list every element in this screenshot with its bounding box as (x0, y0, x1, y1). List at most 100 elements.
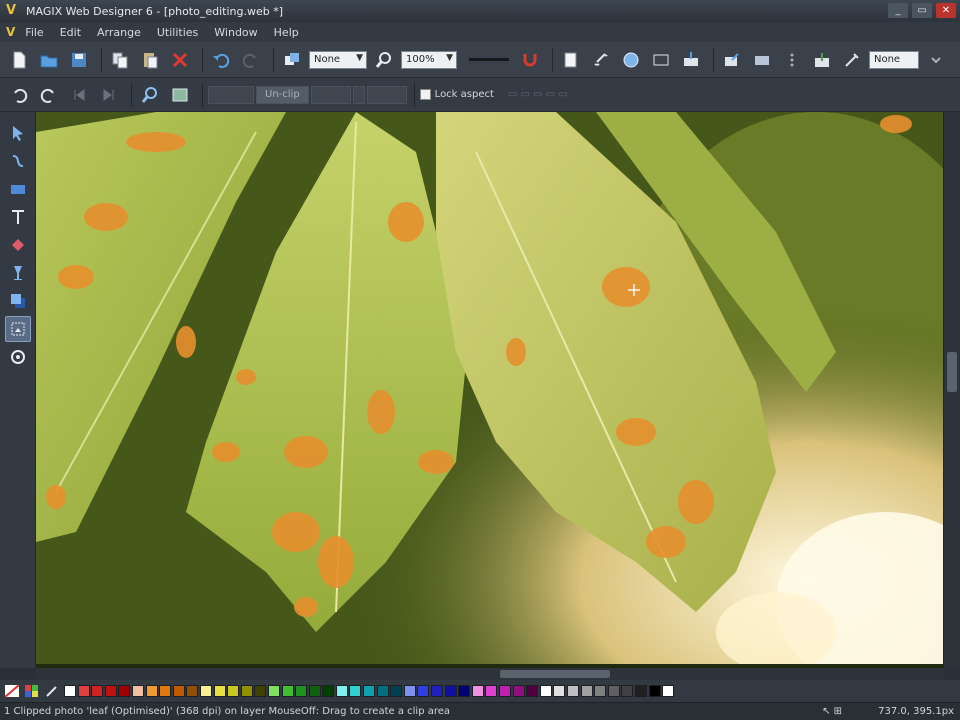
menu-arrange[interactable]: Arrange (97, 26, 141, 39)
color-swatch[interactable] (594, 685, 607, 697)
color-picker-icon[interactable] (24, 684, 40, 698)
color-swatch[interactable] (471, 685, 484, 697)
toolbar-menu-button[interactable] (923, 47, 949, 73)
horizontal-scroll-thumb[interactable] (500, 670, 610, 678)
vertical-scrollbar[interactable] (944, 112, 960, 668)
color-swatch[interactable] (64, 685, 76, 697)
reset-button[interactable] (310, 85, 351, 104)
color-swatch[interactable] (553, 685, 566, 697)
minimize-button[interactable]: _ (888, 3, 908, 18)
clip-button[interactable] (208, 85, 254, 104)
last-button[interactable] (96, 82, 122, 108)
color-swatch[interactable] (648, 685, 661, 697)
copy-button[interactable] (107, 47, 133, 73)
feather-select[interactable]: None ▼ (309, 50, 367, 69)
feather-tool[interactable] (5, 344, 31, 370)
zoom-select[interactable]: 100% ▼ (401, 50, 457, 69)
color-swatch[interactable] (485, 685, 498, 697)
unclip-button[interactable]: Un-clip (256, 85, 309, 104)
color-swatch[interactable] (145, 685, 158, 697)
paste-button[interactable] (137, 47, 163, 73)
menu-help[interactable]: Help (274, 26, 299, 39)
undo-button[interactable] (6, 82, 32, 108)
menu-file[interactable]: File (25, 26, 43, 39)
color-swatch[interactable] (634, 685, 647, 697)
transparency-tool[interactable] (5, 260, 31, 286)
maximize-button[interactable]: ▭ (912, 3, 932, 18)
menu-edit[interactable]: Edit (60, 26, 81, 39)
color-swatch[interactable] (444, 685, 457, 697)
tools-button[interactable] (839, 47, 865, 73)
menu-utilities[interactable]: Utilities (157, 26, 198, 39)
leaf-photo[interactable] (36, 112, 943, 664)
color-swatch[interactable] (335, 685, 348, 697)
color-swatch[interactable] (131, 685, 144, 697)
horizontal-scrollbar[interactable] (36, 668, 944, 680)
color-swatch[interactable] (403, 685, 416, 697)
color-swatch[interactable] (91, 685, 104, 697)
color-swatch[interactable] (539, 685, 552, 697)
preview-button[interactable] (749, 47, 775, 73)
transparency-select[interactable]: None (869, 50, 919, 69)
color-swatch[interactable] (295, 685, 308, 697)
page-properties-button[interactable] (558, 47, 584, 73)
upload-button[interactable] (809, 47, 835, 73)
lock-aspect-checkbox[interactable] (419, 89, 431, 100)
zoom-tool-button[interactable] (371, 47, 397, 73)
rotate-stepper[interactable] (352, 85, 365, 104)
color-swatch[interactable] (159, 685, 172, 697)
save-button[interactable] (66, 47, 92, 73)
color-swatch[interactable] (118, 685, 131, 697)
html-button[interactable] (648, 47, 674, 73)
color-swatch[interactable] (77, 685, 90, 697)
color-swatch[interactable] (349, 685, 362, 697)
color-swatch[interactable] (199, 685, 212, 697)
vertical-scroll-thumb[interactable] (947, 352, 957, 392)
link-button[interactable] (588, 47, 614, 73)
color-swatch[interactable] (227, 685, 240, 697)
web-properties-button[interactable] (618, 47, 644, 73)
color-swatch[interactable] (186, 685, 199, 697)
selector-tool[interactable] (5, 120, 31, 146)
no-color-icon[interactable] (4, 684, 20, 698)
color-swatch[interactable] (458, 685, 471, 697)
crop-button[interactable] (366, 85, 407, 104)
menu-window[interactable]: Window (214, 26, 257, 39)
undo-toolbar-button[interactable] (208, 47, 234, 73)
redo-button[interactable] (36, 82, 62, 108)
color-swatch[interactable] (172, 685, 185, 697)
fill-tool[interactable] (5, 232, 31, 258)
color-swatch[interactable] (526, 685, 539, 697)
new-button[interactable] (6, 47, 32, 73)
publish-button[interactable] (678, 47, 704, 73)
document-canvas[interactable] (36, 112, 948, 668)
color-swatch[interactable] (580, 685, 593, 697)
eyedropper-icon[interactable] (44, 684, 60, 698)
color-swatch[interactable] (254, 685, 267, 697)
color-swatch[interactable] (499, 685, 511, 697)
photo-tool[interactable] (4, 316, 31, 342)
color-swatch[interactable] (376, 685, 389, 697)
color-swatch[interactable] (390, 685, 403, 697)
color-swatch[interactable] (322, 685, 335, 697)
color-swatch[interactable] (363, 685, 376, 697)
magnet-button[interactable] (517, 47, 543, 73)
delete-button[interactable] (167, 47, 193, 73)
color-swatch[interactable] (213, 685, 226, 697)
color-swatch[interactable] (240, 685, 253, 697)
color-swatch[interactable] (431, 685, 444, 697)
color-swatch[interactable] (566, 685, 579, 697)
magnify-button[interactable] (137, 82, 163, 108)
rectangle-tool[interactable] (5, 176, 31, 202)
clip-shape-options[interactable]: ▭ ▭ ▭ ▭ ▭ (508, 89, 568, 100)
color-swatch[interactable] (281, 685, 294, 697)
color-swatch[interactable] (662, 685, 675, 697)
color-swatch[interactable] (308, 685, 321, 697)
transform-button[interactable] (279, 47, 305, 73)
photo-button[interactable] (167, 82, 193, 108)
shadow-tool[interactable] (5, 288, 31, 314)
contour-tool[interactable] (5, 148, 31, 174)
color-swatch[interactable] (607, 685, 620, 697)
color-swatch[interactable] (267, 685, 280, 697)
close-button[interactable]: ✕ (936, 3, 956, 18)
